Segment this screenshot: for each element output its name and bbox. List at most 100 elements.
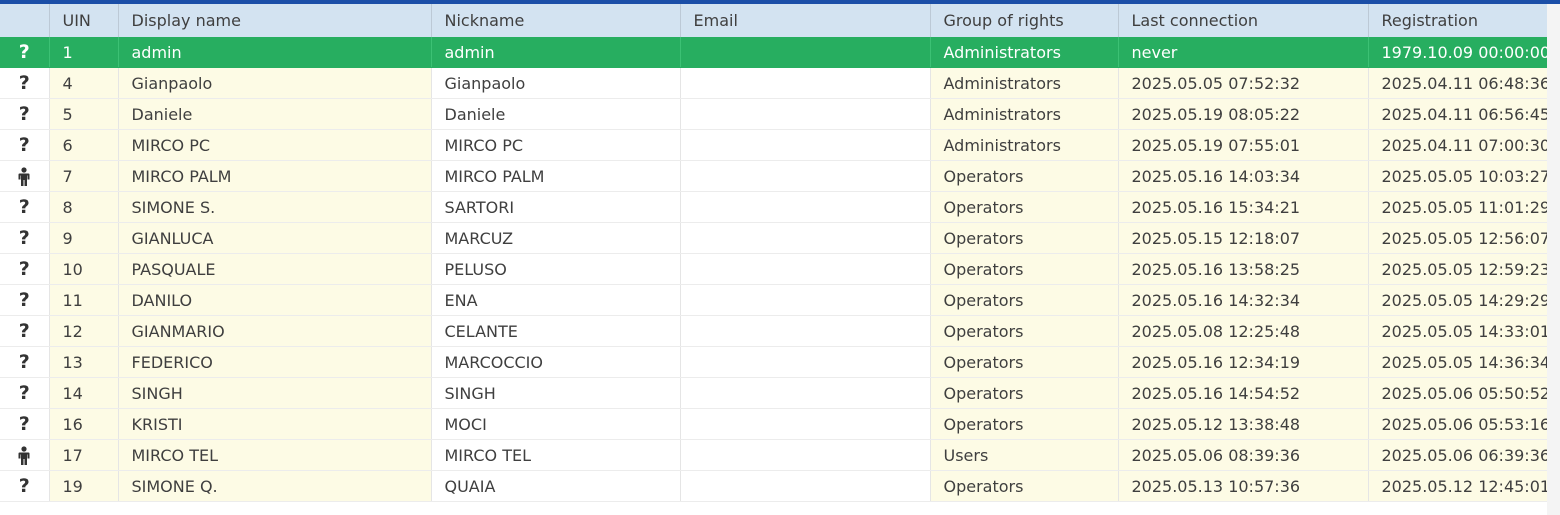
column-header-last-connection[interactable]: Last connection	[1118, 4, 1369, 37]
email-cell	[680, 129, 931, 161]
nickname-cell: MIRCO TEL	[431, 439, 681, 471]
status-cell: ?	[0, 129, 50, 161]
table-row[interactable]: ? 5 Daniele Daniele Administrators 2025.05.19…	[0, 98, 1548, 130]
uin-cell: 13	[49, 346, 119, 378]
nickname-cell: Gianpaolo	[431, 67, 681, 99]
users-window: UIN Display name Nickname Email Group of…	[0, 0, 1560, 515]
status-cell: ?	[0, 222, 50, 254]
question-icon: ?	[18, 134, 30, 156]
last-connection-cell: 2025.05.15 12:18:07	[1118, 222, 1369, 254]
group-of-rights-cell: Operators	[930, 160, 1119, 192]
email-cell	[680, 160, 931, 192]
table-row[interactable]: ? 12 GIANMARIO CELANTE Operators 2025.05.08 1…	[0, 315, 1548, 347]
column-header-status[interactable]	[0, 4, 50, 37]
status-cell	[0, 160, 50, 192]
column-header-email[interactable]: Email	[680, 4, 931, 37]
display-name-cell: GIANLUCA	[118, 222, 432, 254]
column-header-nickname[interactable]: Nickname	[431, 4, 681, 37]
last-connection-cell: 2025.05.19 07:55:01	[1118, 129, 1369, 161]
last-connection-cell: 2025.05.16 14:32:34	[1118, 284, 1369, 316]
nickname-cell: QUAIA	[431, 470, 681, 502]
email-cell	[680, 222, 931, 254]
person-icon	[18, 167, 30, 186]
table-row[interactable]: ? 6 MIRCO PC MIRCO PC Administrators 2025.05.…	[0, 129, 1548, 161]
registration-cell: 2025.05.05 14:36:34	[1368, 346, 1548, 378]
table-row[interactable]: 7 MIRCO PALM MIRCO PALM Operators 2025.05.16…	[0, 160, 1548, 192]
vertical-scrollbar[interactable]	[1547, 4, 1560, 515]
display-name-cell: SINGH	[118, 377, 432, 409]
status-cell	[0, 439, 50, 471]
status-cell: ?	[0, 284, 50, 316]
table-row[interactable]: ? 10 PASQUALE PELUSO Operators 2025.05.16 13:…	[0, 253, 1548, 285]
nickname-cell: PELUSO	[431, 253, 681, 285]
question-icon: ?	[18, 413, 30, 435]
status-cell: ?	[0, 67, 50, 99]
last-connection-cell: 2025.05.16 12:34:19	[1118, 346, 1369, 378]
registration-cell: 2025.05.05 12:59:23	[1368, 253, 1548, 285]
display-name-cell: MIRCO PALM	[118, 160, 432, 192]
uin-cell: 7	[49, 160, 119, 192]
users-table: UIN Display name Nickname Email Group of…	[0, 4, 1548, 502]
table-row[interactable]: ? 16 KRISTI MOCI Operators 2025.05.12 13:38:4…	[0, 408, 1548, 440]
column-header-registration[interactable]: Registration	[1368, 4, 1548, 37]
table-row[interactable]: ? 13 FEDERICO MARCOCCIO Operators 2025.05.16 …	[0, 346, 1548, 378]
uin-cell: 9	[49, 222, 119, 254]
display-name-cell: DANILO	[118, 284, 432, 316]
question-icon: ?	[18, 227, 30, 249]
group-of-rights-cell: Operators	[930, 191, 1119, 223]
uin-cell: 1	[49, 37, 119, 68]
question-icon: ?	[18, 258, 30, 280]
display-name-cell: MIRCO PC	[118, 129, 432, 161]
table-row[interactable]: ? 11 DANILO ENA Operators 2025.05.16 14:32:34…	[0, 284, 1548, 316]
email-cell	[680, 377, 931, 409]
registration-cell: 2025.04.11 06:56:45	[1368, 98, 1548, 130]
group-of-rights-cell: Operators	[930, 253, 1119, 285]
group-of-rights-cell: Operators	[930, 470, 1119, 502]
email-cell	[680, 191, 931, 223]
nickname-cell: SINGH	[431, 377, 681, 409]
last-connection-cell: 2025.05.05 07:52:32	[1118, 67, 1369, 99]
column-header-display-name[interactable]: Display name	[118, 4, 432, 37]
group-of-rights-cell: Administrators	[930, 37, 1119, 68]
last-connection-cell: 2025.05.16 15:34:21	[1118, 191, 1369, 223]
display-name-cell: PASQUALE	[118, 253, 432, 285]
nickname-cell: ENA	[431, 284, 681, 316]
table-row[interactable]: ? 9 GIANLUCA MARCUZ Operators 2025.05.15 12:1…	[0, 222, 1548, 254]
column-header-uin[interactable]: UIN	[49, 4, 119, 37]
question-icon: ?	[18, 382, 30, 404]
display-name-cell: GIANMARIO	[118, 315, 432, 347]
display-name-cell: MIRCO TEL	[118, 439, 432, 471]
group-of-rights-cell: Users	[930, 439, 1119, 471]
group-of-rights-cell: Administrators	[930, 129, 1119, 161]
display-name-cell: KRISTI	[118, 408, 432, 440]
question-icon: ?	[18, 289, 30, 311]
group-of-rights-cell: Operators	[930, 284, 1119, 316]
display-name-cell: SIMONE Q.	[118, 470, 432, 502]
table-row[interactable]: ? 8 SIMONE S. SARTORI Operators 2025.05.16 15…	[0, 191, 1548, 223]
table-row[interactable]: ? 19 SIMONE Q. QUAIA Operators 2025.05.13 10:…	[0, 470, 1548, 502]
uin-cell: 17	[49, 439, 119, 471]
table-row[interactable]: 17 MIRCO TEL MIRCO TEL Users 2025.05.06 08:3…	[0, 439, 1548, 471]
registration-cell: 2025.05.06 06:39:36	[1368, 439, 1548, 471]
status-cell: ?	[0, 37, 50, 68]
uin-cell: 12	[49, 315, 119, 347]
column-header-group-of-rights[interactable]: Group of rights	[930, 4, 1119, 37]
display-name-cell: Gianpaolo	[118, 67, 432, 99]
email-cell	[680, 470, 931, 502]
group-of-rights-cell: Operators	[930, 346, 1119, 378]
status-cell: ?	[0, 98, 50, 130]
nickname-cell: MIRCO PALM	[431, 160, 681, 192]
table-row[interactable]: ? 1 admin admin Administrators never 1979.10.0…	[0, 37, 1548, 68]
question-icon: ?	[18, 196, 30, 218]
email-cell	[680, 439, 931, 471]
table-row[interactable]: ? 4 Gianpaolo Gianpaolo Administrators 2025.0…	[0, 67, 1548, 99]
uin-cell: 8	[49, 191, 119, 223]
group-of-rights-cell: Administrators	[930, 98, 1119, 130]
display-name-cell: FEDERICO	[118, 346, 432, 378]
person-icon	[18, 446, 30, 465]
nickname-cell: admin	[431, 37, 681, 68]
display-name-cell: SIMONE S.	[118, 191, 432, 223]
email-cell	[680, 346, 931, 378]
registration-cell: 2025.05.05 12:56:07	[1368, 222, 1548, 254]
table-row[interactable]: ? 14 SINGH SINGH Operators 2025.05.16 14:54:5…	[0, 377, 1548, 409]
